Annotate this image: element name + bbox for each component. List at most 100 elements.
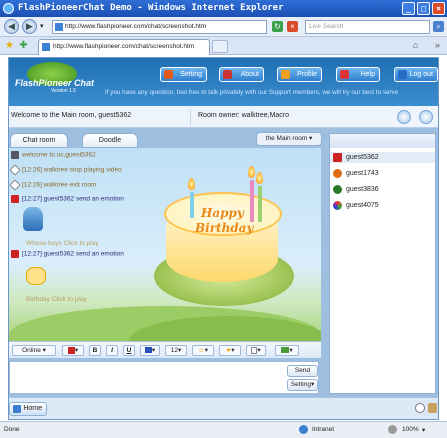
chat-message-text: [12:27] guest5362 send an emotion <box>22 250 124 258</box>
user-status-icon <box>333 184 342 194</box>
minimize-button[interactable]: _ <box>402 2 415 15</box>
search-icon[interactable]: ⌕ <box>433 21 444 32</box>
logo-text: FlashPioneer Chat <box>15 78 95 88</box>
profile-top-button[interactable]: Profile <box>277 67 322 82</box>
page-icon <box>55 23 63 31</box>
emotion-caption[interactable]: Birthday Click to play <box>26 296 87 303</box>
zoom-level[interactable]: 100% <box>402 426 419 433</box>
user-list-item[interactable]: guest3836 <box>333 184 379 195</box>
input-setting-button[interactable]: Setting▾ <box>287 379 318 391</box>
home-page-icon[interactable]: ⌂ <box>410 40 421 51</box>
url-field[interactable]: http://www.flashpioneer.com/chat/screens… <box>52 20 267 34</box>
info-icon[interactable] <box>415 403 425 413</box>
status-value: Online <box>22 347 41 354</box>
boy-emotion-icon[interactable] <box>23 207 43 231</box>
stop-icon[interactable]: × <box>287 21 298 32</box>
sound-toggle-icon[interactable] <box>397 110 411 124</box>
chevron-down-icon: ▾ <box>257 347 261 354</box>
status-done: Done <box>4 426 20 433</box>
input-setting-label: Setting <box>290 381 311 388</box>
user-list-item[interactable]: guest4075 <box>333 200 379 211</box>
emotion-caption[interactable]: Whose boys Click to play <box>26 240 99 247</box>
logout-top-button[interactable]: Log out <box>394 67 438 82</box>
maximize-button[interactable]: □ <box>417 2 430 15</box>
emotion-picker-button[interactable]: ▾ <box>62 345 84 356</box>
home-icon <box>13 405 21 413</box>
user-status-icon <box>333 168 342 178</box>
user-list-header <box>330 134 435 148</box>
image-send-button[interactable]: ▾ <box>275 345 299 356</box>
flame <box>188 178 195 190</box>
smiley-icon: ☺ <box>198 347 205 354</box>
search-input[interactable]: Live Search <box>305 20 430 34</box>
chevron-down-icon: ▾ <box>74 347 79 354</box>
candle <box>258 186 262 222</box>
font-size-dropdown[interactable]: 12▾ <box>165 345 187 356</box>
recent-pages-dropdown[interactable]: ▾ <box>40 22 44 30</box>
star-picker-button[interactable]: ★▾ <box>219 345 241 356</box>
user-list-item[interactable]: guest5362 <box>330 152 435 163</box>
chevron-down-icon[interactable]: ▾ <box>422 426 425 434</box>
tab-doodle[interactable]: Doodle <box>82 133 138 148</box>
about-label: About <box>240 71 259 78</box>
color-picker-button[interactable]: ▾ <box>140 345 160 356</box>
chat-message: [12:27] guest5362 send an emotion <box>11 250 124 258</box>
add-favorites-icon[interactable]: ✚ <box>18 40 29 51</box>
sound-icon[interactable] <box>428 403 437 413</box>
setting-icon <box>164 70 173 79</box>
camera-toggle-icon[interactable] <box>419 110 433 124</box>
format-toolbar: Online ▾ ▾ B I U ▾ 12▾ ☺▾ ★▾ ▾ ▾ <box>9 341 321 358</box>
tab-chat-room[interactable]: Chat room <box>10 133 68 148</box>
welcome-text: Welcome to the Main room, guest5362 <box>11 112 132 119</box>
italic-button[interactable]: I <box>106 345 118 356</box>
font-size-value: 12 <box>170 347 178 354</box>
chat-message-area[interactable]: welcome to us,guest5362 [12:26] walktree… <box>9 148 321 341</box>
page-icon <box>42 43 50 51</box>
color-swatch-icon <box>144 347 152 354</box>
favorites-star-icon[interactable]: ★ <box>4 40 15 51</box>
app-header: FlashPioneer Chat Version 1.5 Setting Ab… <box>9 58 438 106</box>
chat-message-text: welcome to us,guest5362 <box>22 151 96 159</box>
support-info-text: If you have any question, feel free to t… <box>105 89 399 96</box>
zoom-icon <box>388 425 397 434</box>
tab-title: http://www.flashpioneer.com/chat/screens… <box>53 43 195 50</box>
setting-top-button[interactable]: Setting <box>160 67 207 82</box>
back-button[interactable]: ◀ <box>4 19 19 34</box>
chat-message: [12:27] guest5362 send an emotion <box>11 195 124 203</box>
refresh-icon[interactable]: ↻ <box>272 21 283 32</box>
help-top-button[interactable]: Help <box>336 67 380 82</box>
chevron-down-icon: ▾ <box>151 347 156 354</box>
smiley-picker-button[interactable]: ☺▾ <box>192 345 214 356</box>
user-name: guest4075 <box>346 202 379 209</box>
underline-button[interactable]: U <box>123 345 135 356</box>
close-window-button[interactable]: × <box>432 2 445 15</box>
about-top-button[interactable]: About <box>219 67 264 82</box>
chevron-down-icon: ▾ <box>40 347 46 354</box>
version-label: Version 1.5 <box>51 88 77 94</box>
user-list-item[interactable]: guest1743 <box>333 168 379 179</box>
system-icon <box>11 151 19 159</box>
setting-label: Setting <box>180 71 202 78</box>
profile-icon <box>281 70 290 79</box>
info-icon <box>9 164 21 176</box>
chevron-down-icon: ▾ <box>177 347 182 354</box>
user-avatar-icon <box>11 250 19 258</box>
address-toolbar: ◀ ▶ ▾ http://www.flashpioneer.com/chat/s… <box>0 17 447 37</box>
chevron-down-icon: ▾ <box>289 347 293 354</box>
user-status-icon <box>333 200 342 210</box>
logout-label: Log out <box>409 71 433 78</box>
bold-button[interactable]: B <box>89 345 101 356</box>
new-tab-button[interactable] <box>212 40 228 53</box>
file-send-button[interactable]: ▾ <box>246 345 266 356</box>
home-button[interactable]: Home <box>9 402 47 416</box>
tools-chevron-icon[interactable]: » <box>432 40 443 51</box>
status-dropdown[interactable]: Online ▾ <box>12 345 56 356</box>
forward-button[interactable]: ▶ <box>22 19 37 34</box>
message-input[interactable] <box>9 361 319 394</box>
chevron-down-icon: ▾ <box>231 347 235 354</box>
browser-tab[interactable]: http://www.flashpioneer.com/chat/screens… <box>38 39 210 55</box>
room-select[interactable]: the Main room ▾ <box>256 132 322 146</box>
send-button[interactable]: Send <box>287 365 318 377</box>
cake-emotion-icon[interactable] <box>26 267 46 285</box>
chat-message: [12:26] walktree stop playing video <box>9 164 122 176</box>
